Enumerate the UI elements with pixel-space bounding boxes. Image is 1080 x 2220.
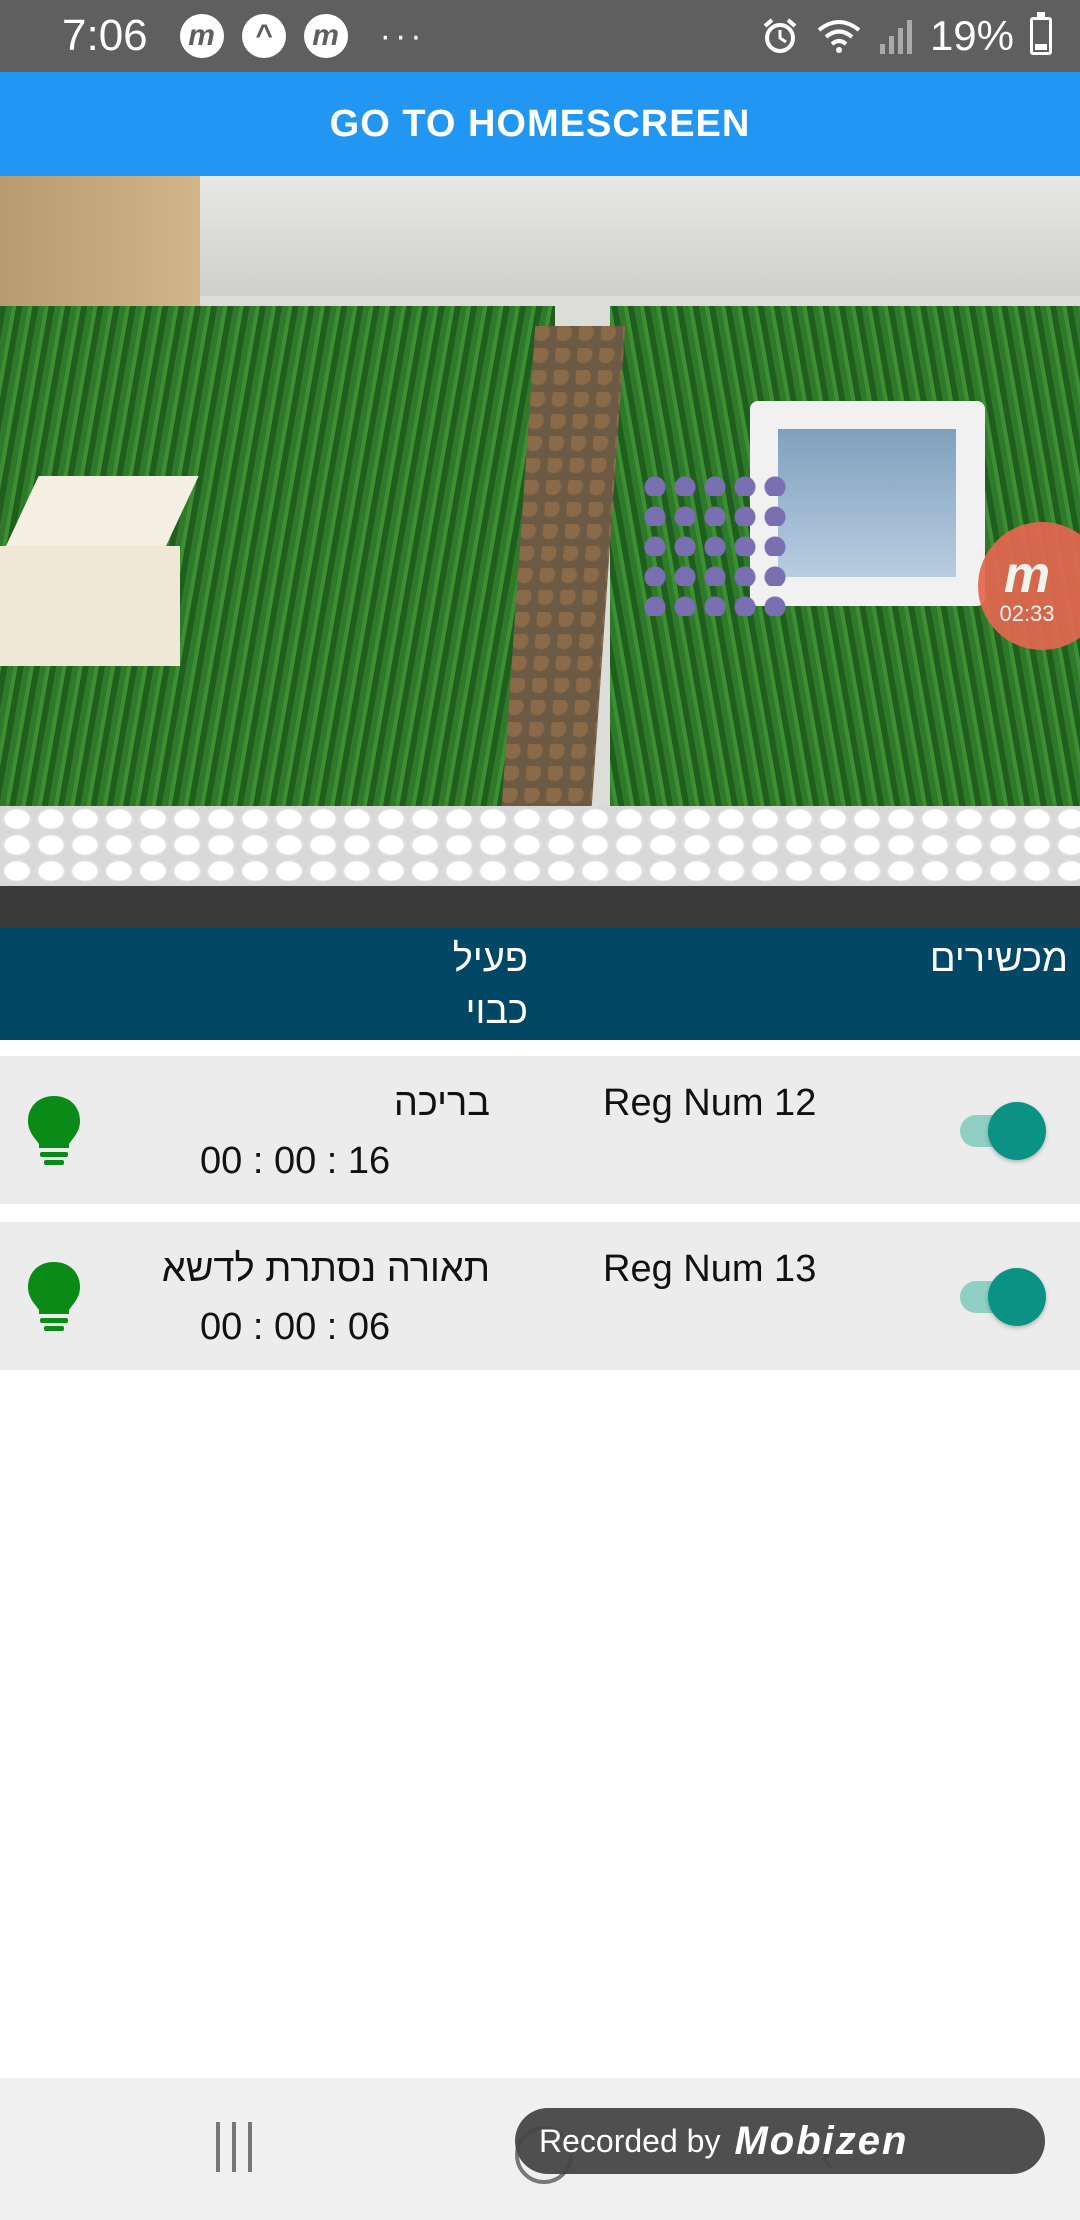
mobizen-logo-icon: m (1003, 546, 1051, 604)
device-toggle[interactable] (960, 1268, 1046, 1326)
go-to-homescreen-button[interactable]: GO TO HOMESCREEN (0, 72, 1080, 176)
notification-badge-icon: ^ (241, 14, 286, 58)
model-house (0, 476, 205, 666)
device-toggle[interactable] (960, 1102, 1046, 1160)
column-off: כבוי (465, 990, 528, 1032)
signal-icon (879, 20, 912, 54)
device-name: בריכה (393, 1082, 490, 1124)
status-time: 7:06 (62, 11, 148, 60)
recents-icon[interactable] (216, 2122, 262, 2172)
device-reg-number: Reg Num 12 (603, 1082, 817, 1124)
wifi-icon (817, 20, 861, 53)
column-active: פעיל (452, 938, 528, 980)
device-reg-number: Reg Num 13 (603, 1248, 817, 1290)
device-timer: 00 : 00 : 06 (200, 1306, 391, 1348)
recorded-by-label: Recorded by (539, 2122, 721, 2159)
mobizen-brand: Mobizen (734, 2118, 909, 2163)
status-bar: 7:06 m ^ m ··· 19% (0, 0, 1080, 72)
recording-time: 02:33 (999, 601, 1055, 626)
device-table-header: מכשירים פעיל כבוי (0, 928, 1080, 1040)
more-notifications-icon: ··· (379, 16, 426, 55)
alarm-icon (763, 18, 797, 53)
recording-watermark: Recorded by Mobizen (515, 2108, 1045, 2174)
battery-icon (1030, 12, 1052, 55)
device-timer: 00 : 00 : 16 (200, 1140, 391, 1182)
device-name: תאורה נסתרת לדשא (161, 1248, 490, 1290)
notification-badge-icon: m (303, 14, 348, 58)
lightbulb-icon (28, 1096, 80, 1165)
device-row[interactable]: Reg Num 12 בריכה 00 : 00 : 16 (0, 1056, 1080, 1204)
camera-feed-image: m 02:33 (0, 176, 1080, 928)
column-devices: מכשירים (929, 938, 1068, 980)
lightbulb-icon (28, 1262, 80, 1331)
notification-badge-icon: m (179, 14, 224, 58)
lavender-plant (640, 466, 790, 616)
battery-percentage: 19% (929, 12, 1014, 59)
device-row[interactable]: Reg Num 13 תאורה נסתרת לדשא 00 : 00 : 06 (0, 1222, 1080, 1370)
